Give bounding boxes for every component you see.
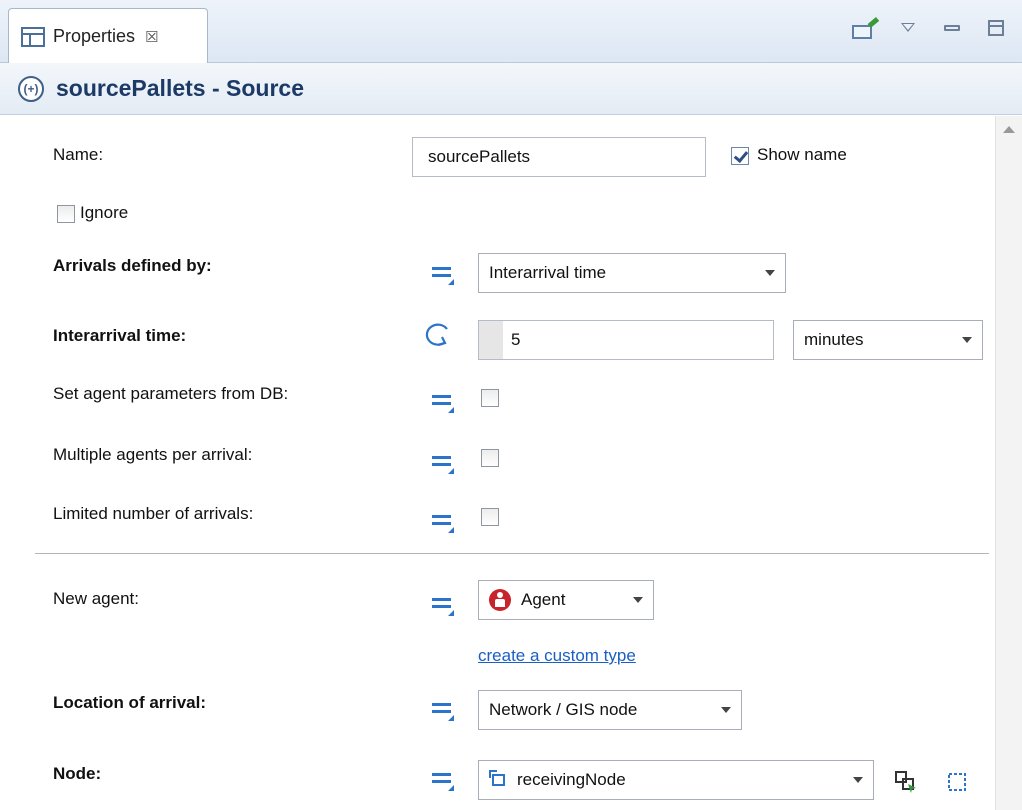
properties-table-icon [21,26,45,47]
vertical-scrollbar[interactable] [995,116,1022,810]
multiple-agents-label: Multiple agents per arrival: [53,445,253,464]
interarrival-time-label: Interarrival time: [53,326,187,345]
view-actions [850,14,1010,42]
source-icon: (+) [18,75,44,102]
name-label: Name: [53,145,104,164]
select-node-on-graph-icon[interactable] [894,770,918,794]
ignore-label: Ignore [80,203,129,222]
pin-editor-icon[interactable] [850,14,880,42]
minimize-icon[interactable] [938,14,966,42]
maximize-icon[interactable] [982,14,1010,42]
ignore-checkbox[interactable] [57,205,75,223]
location-of-arrival-dropdown[interactable]: Network / GIS node [478,690,742,730]
set-agent-params-db-checkbox[interactable] [481,389,499,407]
new-agent-dropdown[interactable]: Agent [478,580,654,620]
static-value-icon[interactable] [430,262,456,286]
view-menu-icon[interactable] [894,14,922,42]
time-unit-dropdown[interactable]: minutes [793,320,983,360]
node-value: receivingNode [517,770,626,789]
limited-arrivals-checkbox[interactable] [481,508,499,526]
static-value-icon[interactable] [430,768,456,792]
arrivals-defined-by-value: Interarrival time [489,263,607,282]
dynamic-value-icon[interactable] [421,320,455,350]
section-divider [35,553,989,554]
chevron-down-icon[interactable] [755,254,785,292]
chevron-down-icon[interactable] [623,581,653,619]
show-name-checkbox[interactable] [731,147,749,165]
view-tab-bar: Properties ☒ [0,0,1022,64]
time-unit-value: minutes [804,330,864,349]
interarrival-time-input[interactable]: 5 [478,320,774,360]
node-label: Node: [53,764,102,783]
static-value-icon[interactable] [430,698,456,722]
multiple-agents-checkbox[interactable] [481,449,499,467]
scroll-up-arrow-icon[interactable] [1003,126,1015,133]
show-name-label: Show name [757,145,847,164]
chevron-down-icon[interactable] [952,321,982,359]
new-agent-label: New agent: [53,589,139,608]
interarrival-time-value: 5 [511,330,521,349]
static-value-icon[interactable] [430,510,456,534]
page-title: sourcePallets - Source [56,75,304,101]
properties-header: (+) sourcePallets - Source [0,63,1022,115]
chevron-down-icon[interactable] [843,761,873,799]
static-value-icon[interactable] [430,451,456,475]
close-tab-icon[interactable]: ☒ [145,28,158,46]
properties-tab-label: Properties [53,26,136,46]
create-custom-type-link[interactable]: create a custom type [478,646,636,666]
limited-arrivals-label: Limited number of arrivals: [53,504,254,523]
node-dropdown[interactable]: receivingNode [478,760,874,800]
name-input[interactable]: sourcePallets [412,137,706,177]
chevron-down-icon[interactable] [711,691,741,729]
arrivals-defined-by-label: Arrivals defined by: [53,256,212,275]
static-value-icon[interactable] [430,593,456,617]
set-agent-params-db-label: Set agent parameters from DB: [53,384,289,403]
properties-tab[interactable]: Properties ☒ [8,8,208,64]
show-in-graph-icon[interactable] [946,770,970,794]
new-agent-value: Agent [521,590,566,609]
location-of-arrival-label: Location of arrival: [53,693,207,712]
arrivals-defined-by-dropdown[interactable]: Interarrival time [478,253,786,293]
node-icon [489,770,509,790]
static-value-icon[interactable] [430,390,456,414]
location-of-arrival-value: Network / GIS node [489,700,638,719]
agent-icon [489,589,511,611]
